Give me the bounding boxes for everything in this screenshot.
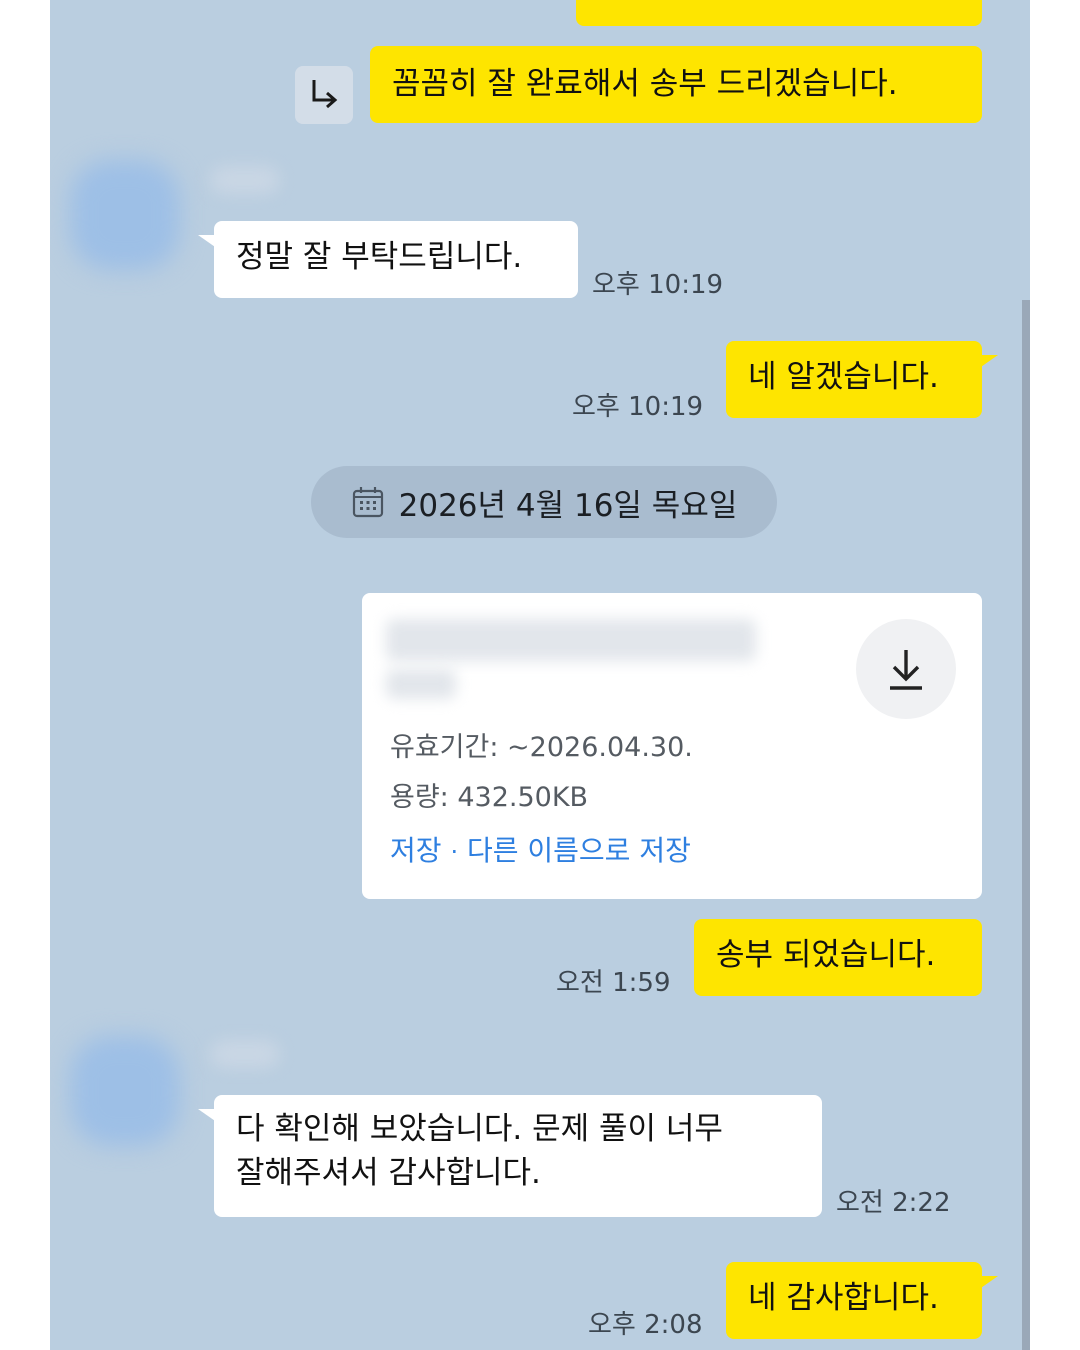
message-text: 송부 되었습니다. (716, 937, 936, 973)
message-text-line: 잘해주셔서 감사합니다. (236, 1155, 541, 1191)
separator: · (450, 838, 459, 866)
file-name-extension (386, 669, 456, 699)
message-bubble-mine[interactable]: 네 알겠습니다. (726, 341, 998, 418)
sender-name (210, 1040, 280, 1068)
message-bubble-theirs[interactable]: 다 확인해 보았습니다. 문제 풀이 너무 잘해주셔서 감사합니다. (198, 1095, 822, 1217)
calendar-icon (352, 487, 383, 518)
download-icon (890, 650, 922, 690)
message-text-line: 다 확인해 보았습니다. 문제 풀이 너무 (236, 1111, 723, 1147)
avatar[interactable] (70, 1036, 180, 1146)
message-timestamp: 오후 2:08 (588, 1310, 703, 1340)
file-name (386, 619, 756, 661)
reply-button[interactable] (295, 66, 353, 124)
file-validity: 유효기간: ~2026.04.30. (390, 732, 693, 763)
scrollbar[interactable] (1022, 300, 1030, 1350)
avatar[interactable] (70, 160, 180, 270)
message-text: 네 감사합니다. (748, 1280, 939, 1316)
message-bubble-cutoff[interactable] (576, 0, 982, 26)
message-text: 정말 잘 부탁드립니다. (236, 239, 523, 275)
save-link[interactable]: 저장 (390, 834, 442, 867)
sender-name (210, 166, 280, 194)
file-actions: 저장 · 다른 이름으로 저장 (390, 829, 691, 869)
message-bubble-theirs[interactable]: 정말 잘 부탁드립니다. (198, 221, 578, 298)
message-timestamp: 오전 1:59 (556, 968, 671, 998)
file-size: 용량: 432.50KB (390, 782, 589, 813)
message-timestamp: 오후 10:19 (592, 270, 724, 300)
message-bubble-mine[interactable]: 꼼꼼히 잘 완료해서 송부 드리겠습니다. (370, 46, 982, 123)
chat-area: 꼼꼼히 잘 완료해서 송부 드리겠습니다. 정말 잘 부탁드립니다. 오후 10… (50, 0, 1030, 1350)
message-text: 네 알겠습니다. (748, 359, 939, 395)
message-timestamp: 오후 10:19 (572, 392, 704, 422)
message-bubble-mine[interactable]: 네 감사합니다. (726, 1262, 998, 1339)
message-text: 꼼꼼히 잘 완료해서 송부 드리겠습니다. (392, 66, 898, 102)
file-attachment-card[interactable]: 유효기간: ~2026.04.30. 용량: 432.50KB 저장 · 다른 … (362, 593, 982, 899)
download-button[interactable] (856, 619, 956, 719)
message-timestamp: 오전 2:22 (836, 1188, 951, 1218)
save-as-link[interactable]: 다른 이름으로 저장 (467, 834, 691, 867)
message-bubble-mine[interactable]: 송부 되었습니다. (694, 919, 982, 996)
reply-arrow-icon (312, 80, 338, 109)
date-divider: 2026년 4월 16일 목요일 (311, 466, 777, 538)
date-text: 2026년 4월 16일 목요일 (398, 487, 738, 524)
